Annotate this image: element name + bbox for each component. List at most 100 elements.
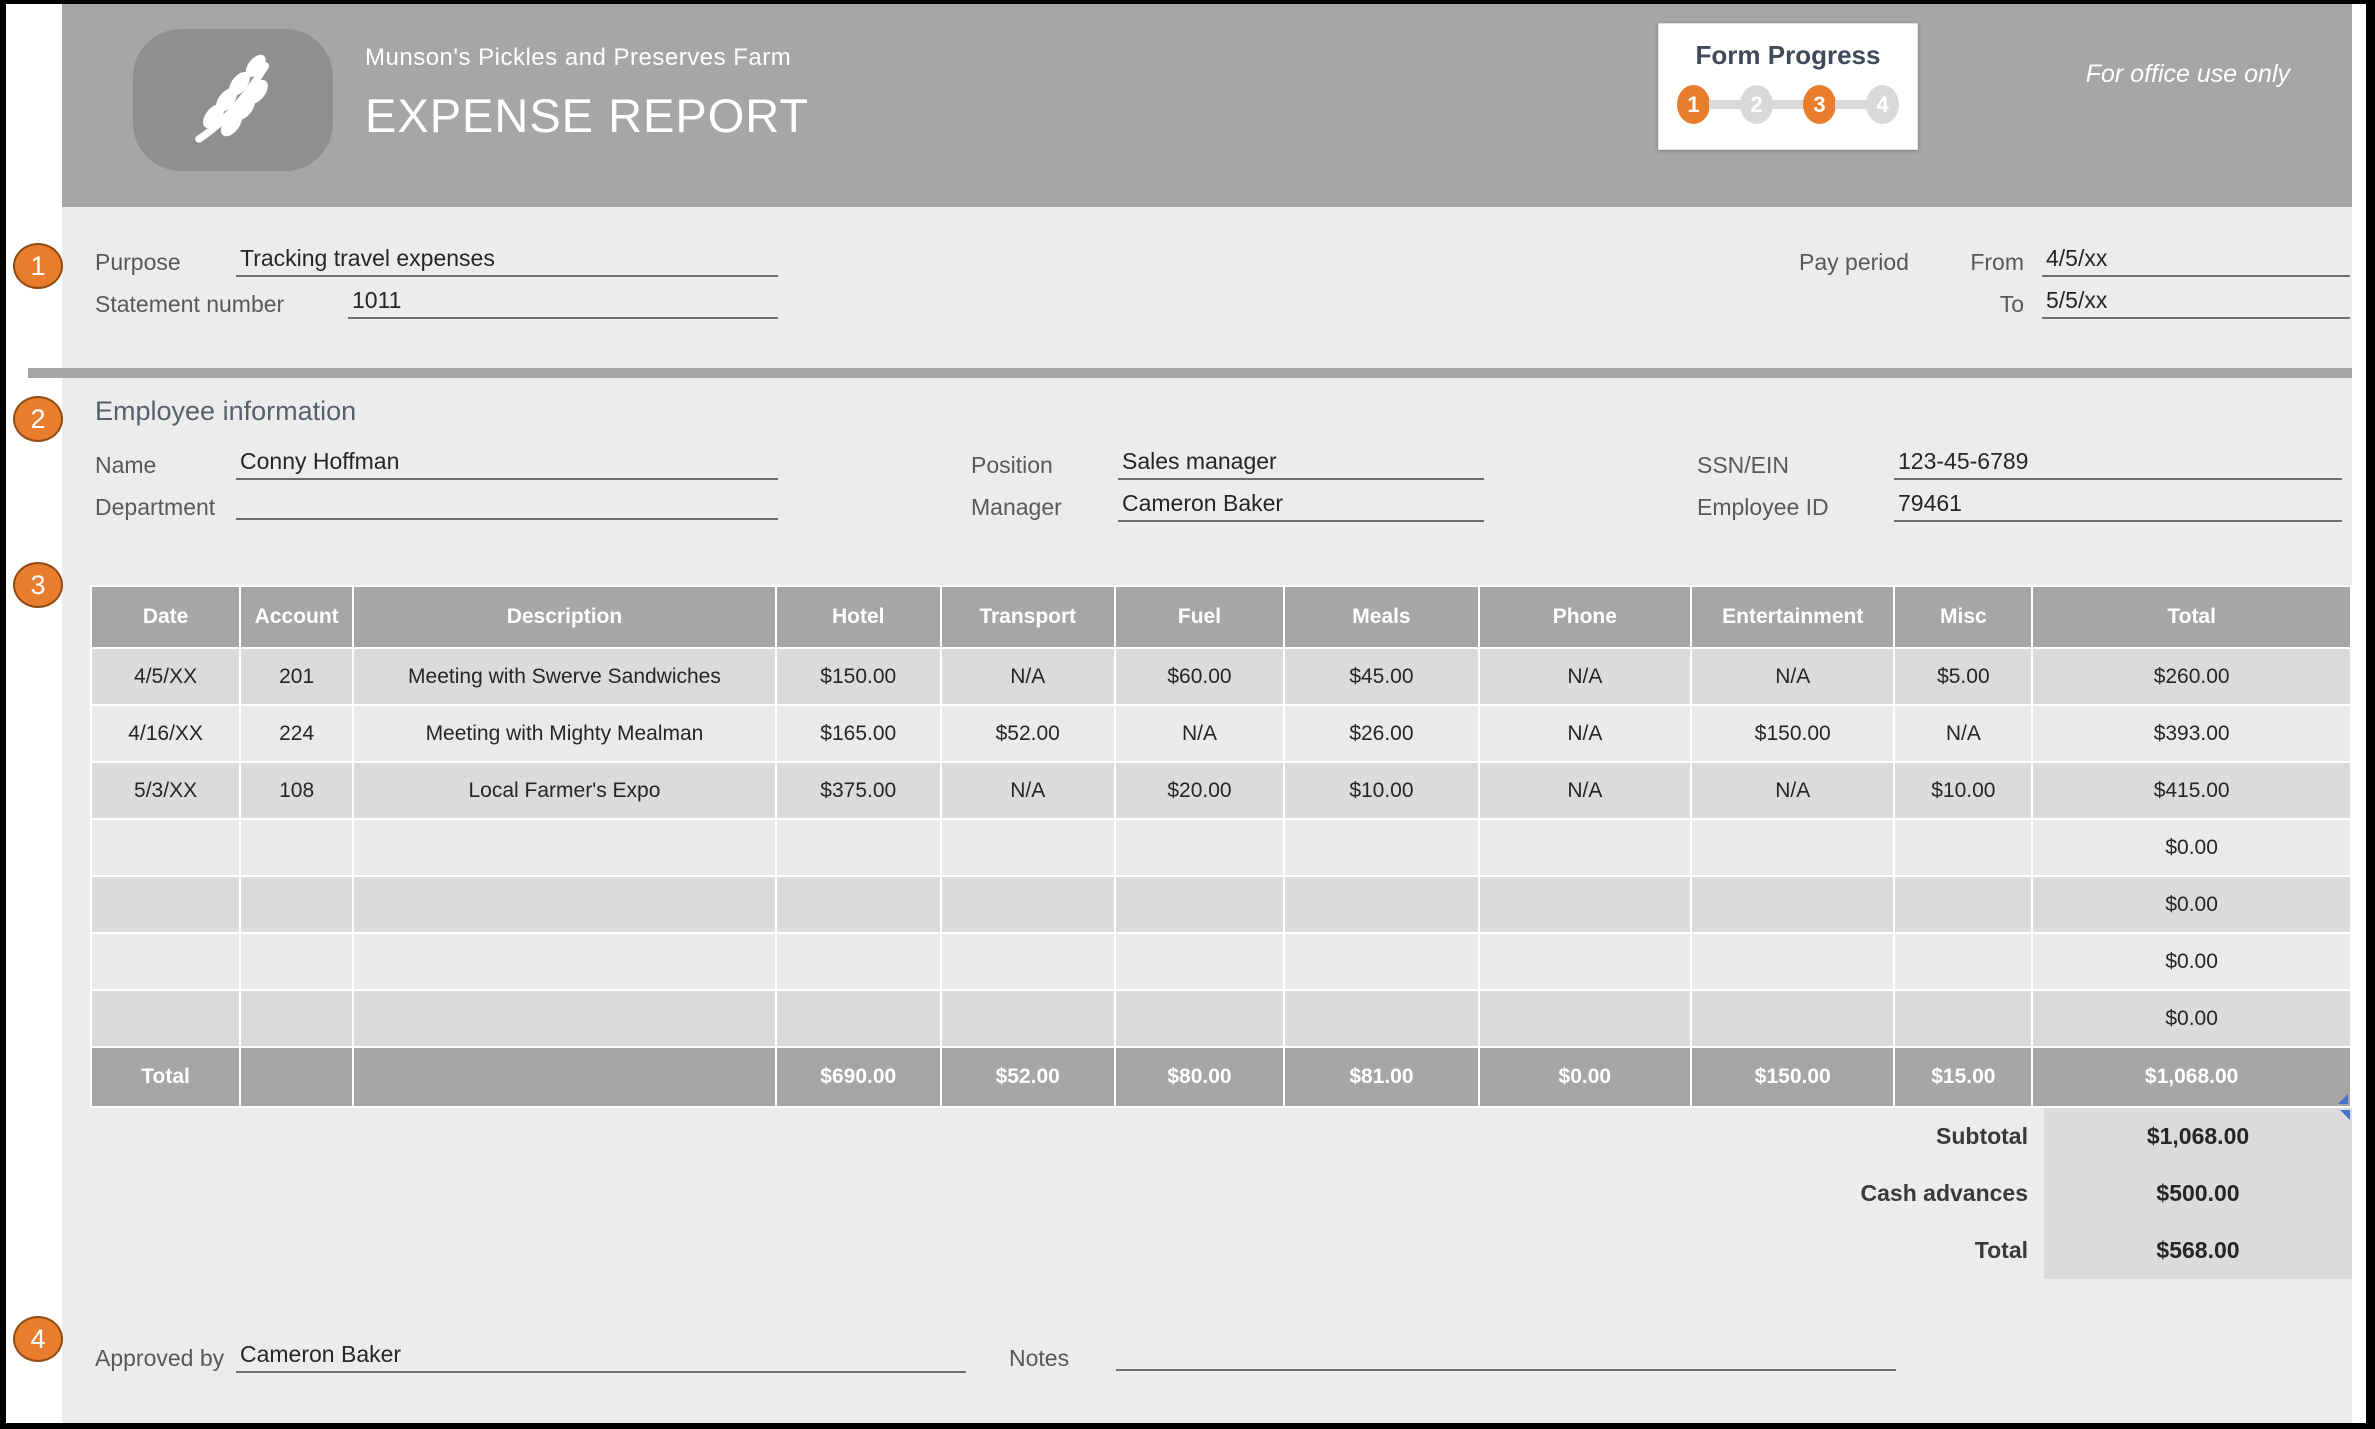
expense-cell[interactable]: N/A: [1479, 648, 1691, 705]
expense-cell[interactable]: $415.00: [2032, 762, 2351, 819]
expense-row: 4/5/XX201Meeting with Swerve Sandwiches$…: [91, 648, 2351, 705]
expense-cell[interactable]: N/A: [1115, 705, 1285, 762]
section-3-badge: 3: [13, 562, 63, 608]
pay-period-from-input[interactable]: 4/5/xx: [2042, 245, 2350, 277]
expense-cell[interactable]: [1894, 933, 2032, 990]
section-1-badge: 1: [13, 243, 63, 289]
expense-cell[interactable]: [1894, 990, 2032, 1047]
expense-cell[interactable]: $60.00: [1115, 648, 1285, 705]
expense-cell[interactable]: $5.00: [1894, 648, 2032, 705]
expense-cell[interactable]: [1479, 933, 1691, 990]
expense-cell[interactable]: [1894, 876, 2032, 933]
expense-cell[interactable]: N/A: [1691, 762, 1894, 819]
expense-cell[interactable]: 4/16/XX: [91, 705, 240, 762]
expense-cell[interactable]: N/A: [1479, 762, 1691, 819]
expense-cell[interactable]: $375.00: [776, 762, 941, 819]
expense-cell[interactable]: 108: [240, 762, 353, 819]
expense-cell[interactable]: [91, 990, 240, 1047]
expense-cell[interactable]: [1691, 990, 1894, 1047]
expense-cell[interactable]: [1115, 990, 1285, 1047]
expense-cell[interactable]: [776, 876, 941, 933]
form-progress-card: Form Progress 1234: [1658, 23, 1918, 150]
expense-cell[interactable]: $10.00: [1894, 762, 2032, 819]
expense-cell[interactable]: [91, 819, 240, 876]
expense-cell[interactable]: Local Farmer's Expo: [353, 762, 776, 819]
expense-cell[interactable]: [240, 990, 353, 1047]
expense-cell[interactable]: [353, 990, 776, 1047]
expense-row: $0.00: [91, 819, 2351, 876]
expense-cell[interactable]: $20.00: [1115, 762, 1285, 819]
expense-cell[interactable]: [1479, 819, 1691, 876]
expense-cell[interactable]: [353, 933, 776, 990]
department-label: Department: [95, 494, 215, 521]
expense-cell[interactable]: [91, 876, 240, 933]
expense-cell[interactable]: 5/3/XX: [91, 762, 240, 819]
expense-cell[interactable]: $52.00: [941, 705, 1115, 762]
expense-cell[interactable]: N/A: [941, 648, 1115, 705]
expense-cell[interactable]: 4/5/XX: [91, 648, 240, 705]
expense-cell[interactable]: N/A: [1479, 705, 1691, 762]
expense-cell[interactable]: [941, 933, 1115, 990]
expense-cell[interactable]: Meeting with Mighty Mealman: [353, 705, 776, 762]
expense-cell[interactable]: [1691, 933, 1894, 990]
expense-cell[interactable]: [91, 933, 240, 990]
expense-cell[interactable]: [1115, 819, 1285, 876]
expense-cell[interactable]: [353, 819, 776, 876]
expense-cell[interactable]: $150.00: [1691, 705, 1894, 762]
name-input[interactable]: Conny Hoffman: [236, 448, 778, 480]
expense-cell[interactable]: $393.00: [2032, 705, 2351, 762]
manager-input[interactable]: Cameron Baker: [1118, 490, 1484, 522]
expense-cell[interactable]: [240, 819, 353, 876]
expense-cell[interactable]: N/A: [1691, 648, 1894, 705]
approved-by-input[interactable]: Cameron Baker: [236, 1341, 966, 1373]
expense-cell[interactable]: [240, 933, 353, 990]
expense-cell[interactable]: $45.00: [1284, 648, 1478, 705]
expense-cell[interactable]: [240, 876, 353, 933]
expense-cell[interactable]: [1284, 990, 1478, 1047]
expense-cell[interactable]: [941, 876, 1115, 933]
notes-input[interactable]: [1116, 1341, 1896, 1371]
expense-cell[interactable]: $0.00: [2032, 990, 2351, 1047]
expense-cell[interactable]: $0.00: [2032, 876, 2351, 933]
expense-cell[interactable]: N/A: [1894, 705, 2032, 762]
expense-cell[interactable]: [1115, 933, 1285, 990]
ssn-input[interactable]: 123-45-6789: [1894, 448, 2342, 480]
expense-cell[interactable]: $26.00: [1284, 705, 1478, 762]
expense-cell[interactable]: [1115, 876, 1285, 933]
expense-cell[interactable]: [776, 819, 941, 876]
expense-cell[interactable]: $10.00: [1284, 762, 1478, 819]
total-row-cell: [353, 1047, 776, 1107]
expense-cell[interactable]: $0.00: [2032, 933, 2351, 990]
expense-cell[interactable]: 201: [240, 648, 353, 705]
expense-cell[interactable]: [941, 990, 1115, 1047]
expense-cell[interactable]: [1284, 819, 1478, 876]
expense-cell[interactable]: [1691, 876, 1894, 933]
expense-cell[interactable]: [353, 876, 776, 933]
expense-cell[interactable]: $260.00: [2032, 648, 2351, 705]
purpose-input[interactable]: Tracking travel expenses: [236, 245, 778, 277]
expense-cell[interactable]: N/A: [941, 762, 1115, 819]
expense-cell[interactable]: [1284, 876, 1478, 933]
expense-cell[interactable]: [1894, 819, 2032, 876]
expense-cell[interactable]: [1479, 990, 1691, 1047]
position-label: Position: [971, 452, 1053, 479]
pay-period-to-input[interactable]: 5/5/xx: [2042, 287, 2350, 319]
expense-cell[interactable]: 224: [240, 705, 353, 762]
expense-cell[interactable]: [776, 933, 941, 990]
expense-cell[interactable]: [1691, 819, 1894, 876]
employee-id-input[interactable]: 79461: [1894, 490, 2342, 522]
expense-cell[interactable]: Meeting with Swerve Sandwiches: [353, 648, 776, 705]
expense-row: $0.00: [91, 933, 2351, 990]
expense-cell[interactable]: [941, 819, 1115, 876]
column-header-transport: Transport: [941, 586, 1115, 648]
expense-cell[interactable]: [1479, 876, 1691, 933]
expense-cell[interactable]: [1284, 933, 1478, 990]
position-input[interactable]: Sales manager: [1118, 448, 1484, 480]
department-input[interactable]: [236, 490, 778, 520]
pay-period-label: Pay period: [1799, 249, 1909, 276]
expense-cell[interactable]: $0.00: [2032, 819, 2351, 876]
expense-cell[interactable]: $150.00: [776, 648, 941, 705]
statement-number-input[interactable]: 1011: [348, 287, 778, 319]
expense-cell[interactable]: $165.00: [776, 705, 941, 762]
expense-cell[interactable]: [776, 990, 941, 1047]
